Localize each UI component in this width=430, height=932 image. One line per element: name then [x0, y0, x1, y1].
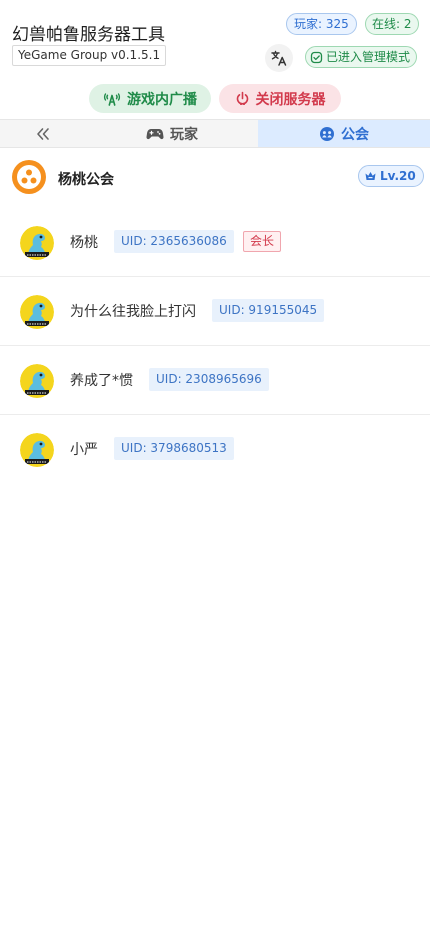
online-count-badge: 在线: 2 [365, 13, 419, 35]
admin-mode-badge[interactable]: 已进入管理模式 [305, 46, 418, 68]
member-name: 小严 [70, 442, 98, 458]
tab-players[interactable]: 玩家 [86, 120, 258, 147]
gamepad-icon [146, 128, 164, 139]
broadcast-label: 游戏内广播 [127, 91, 197, 108]
crown-icon [365, 172, 376, 180]
member-name: 杨桃 [70, 235, 98, 251]
avatar [20, 295, 54, 329]
version-badge: YeGame Group v0.1.5.1 [12, 45, 167, 66]
member-row[interactable]: 小严 UID: 3798680513 [0, 415, 430, 484]
double-chevron-left-icon [37, 127, 49, 140]
tab-guild-label: 公会 [341, 126, 369, 143]
guild-icon [12, 160, 46, 194]
broadcast-icon [103, 92, 121, 106]
shutdown-label: 关闭服务器 [255, 91, 326, 108]
uid-tag[interactable]: UID: 2308965696 [149, 368, 269, 391]
member-name: 为什么往我脸上打闪 [70, 304, 196, 320]
translate-button[interactable] [265, 44, 293, 72]
power-icon [236, 91, 248, 105]
translate-icon [271, 50, 287, 66]
uid-tag[interactable]: UID: 2365636086 [114, 230, 234, 253]
collapse-button[interactable] [0, 120, 86, 147]
players-count-badge: 玩家: 325 [286, 13, 357, 35]
admin-mode-label: 已进入管理模式 [326, 50, 411, 64]
guild-tab-icon [320, 126, 334, 141]
guild-leader-tag: 会长 [243, 231, 282, 252]
tab-players-label: 玩家 [170, 126, 198, 143]
member-row[interactable]: 为什么往我脸上打闪 UID: 919155045 [0, 277, 430, 346]
guild-name: 杨桃公会 [58, 172, 114, 188]
shield-check-icon [310, 51, 323, 63]
member-row[interactable]: 养成了*惯 UID: 2308965696 [0, 346, 430, 415]
app-header: 幻兽帕鲁服务器工具 YeGame Group v0.1.5.1 玩家: 325 … [0, 0, 430, 118]
guild-header: 杨桃公会 Lv.20 [0, 148, 430, 206]
shutdown-server-button[interactable]: 关闭服务器 [219, 84, 341, 113]
avatar [20, 226, 54, 260]
avatar [20, 364, 54, 398]
member-row[interactable]: 杨桃 UID: 2365636086 会长 [0, 208, 430, 277]
uid-tag[interactable]: UID: 919155045 [212, 299, 325, 322]
uid-tag[interactable]: UID: 3798680513 [114, 437, 234, 460]
app-title: 幻兽帕鲁服务器工具 [12, 25, 165, 45]
tab-guild[interactable]: 公会 [258, 120, 430, 147]
member-name: 养成了*惯 [70, 373, 133, 389]
broadcast-button[interactable]: 游戏内广播 [89, 84, 211, 113]
tab-bar: 玩家 公会 [0, 119, 430, 148]
guild-level-label: Lv.20 [380, 169, 416, 183]
member-list: 杨桃 UID: 2365636086 会长 为什么往我脸上打闪 UID: 919… [0, 208, 430, 484]
avatar [20, 433, 54, 467]
guild-level-badge: Lv.20 [358, 165, 424, 187]
